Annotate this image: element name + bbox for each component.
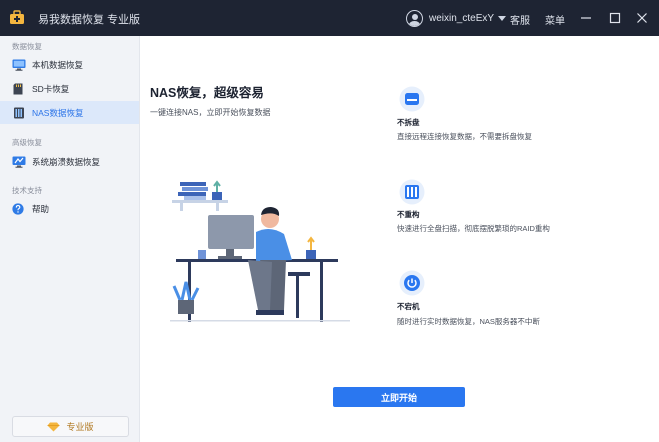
system-crash-icon <box>12 156 26 168</box>
raid-icon <box>399 179 425 205</box>
close-icon[interactable] <box>632 8 652 28</box>
monitor-icon <box>12 59 26 71</box>
pro-edition-label: 专业版 <box>66 422 94 432</box>
sidebar-item-label: 系统崩溃数据恢复 <box>32 156 101 167</box>
sidebar-item-label: NAS数据恢复 <box>32 107 84 118</box>
sidebar-item-sd-recovery[interactable]: SD卡恢复 <box>0 77 139 100</box>
sidebar-item-help[interactable]: 帮助 <box>0 197 139 220</box>
user-account-menu[interactable]: weixin_cteExY <box>406 9 507 27</box>
app-title: 易我数据恢复 专业版 <box>38 14 141 26</box>
sidebar-item-nas-recovery[interactable]: NAS数据恢复 <box>0 101 139 124</box>
feature-title: 不拆盘 <box>397 118 420 127</box>
group-label-tech-support: 技术支持 <box>12 186 42 195</box>
app-logo-icon <box>10 10 24 24</box>
customer-service-link[interactable]: 客服 <box>510 12 530 27</box>
sidebar-item-label: SD卡恢复 <box>32 83 70 94</box>
title-bar: 易我数据恢复 专业版 weixin_cteExY 客服 菜单 <box>0 0 659 36</box>
sidebar-item-system-crash-recovery[interactable]: 系统崩溃数据恢复 <box>0 150 139 173</box>
menu-link[interactable]: 菜单 <box>545 12 565 27</box>
feature-desc: 随时进行实时数据恢复，NAS服务器不中断 <box>397 317 540 326</box>
disk-icon <box>399 86 425 112</box>
sidebar-item-local-recovery[interactable]: 本机数据恢复 <box>0 53 139 76</box>
pro-edition-button[interactable]: 专业版 <box>12 416 129 437</box>
feature-desc: 直接远程连接恢复数据，不需要拆盘恢复 <box>397 132 532 141</box>
sidebar-item-label: 帮助 <box>32 203 50 214</box>
chevron-down-icon <box>498 15 507 21</box>
help-icon <box>12 202 24 215</box>
avatar <box>406 9 423 27</box>
start-button[interactable]: 立即开始 <box>333 387 465 407</box>
maximize-icon[interactable] <box>605 8 625 28</box>
group-label-data-recovery: 数据恢复 <box>12 42 42 51</box>
nas-icon <box>14 107 24 118</box>
feature-title: 不宕机 <box>397 302 420 311</box>
power-icon <box>399 270 425 296</box>
group-label-advanced-recovery: 高级恢复 <box>12 138 42 147</box>
username: weixin_cteExY <box>429 12 495 24</box>
sidebar: 数据恢复 本机数据恢复 SD卡恢复 NAS数据恢复 高级恢复 系统崩溃数据恢复 … <box>0 36 140 442</box>
minimize-icon[interactable] <box>576 8 596 28</box>
person-at-computer-illustration <box>170 180 350 322</box>
feature-title: 不重构 <box>397 210 420 219</box>
feature-desc: 快速进行全盘扫描，彻底摆脱繁琐的RAID重构 <box>397 224 550 233</box>
diamond-icon <box>47 422 60 431</box>
page-subtitle: 一键连接NAS，立即开始恢复数据 <box>150 108 271 117</box>
sidebar-item-label: 本机数据恢复 <box>32 59 84 70</box>
sd-card-icon <box>13 83 23 94</box>
page-title: NAS恢复，超级容易 <box>150 86 264 100</box>
